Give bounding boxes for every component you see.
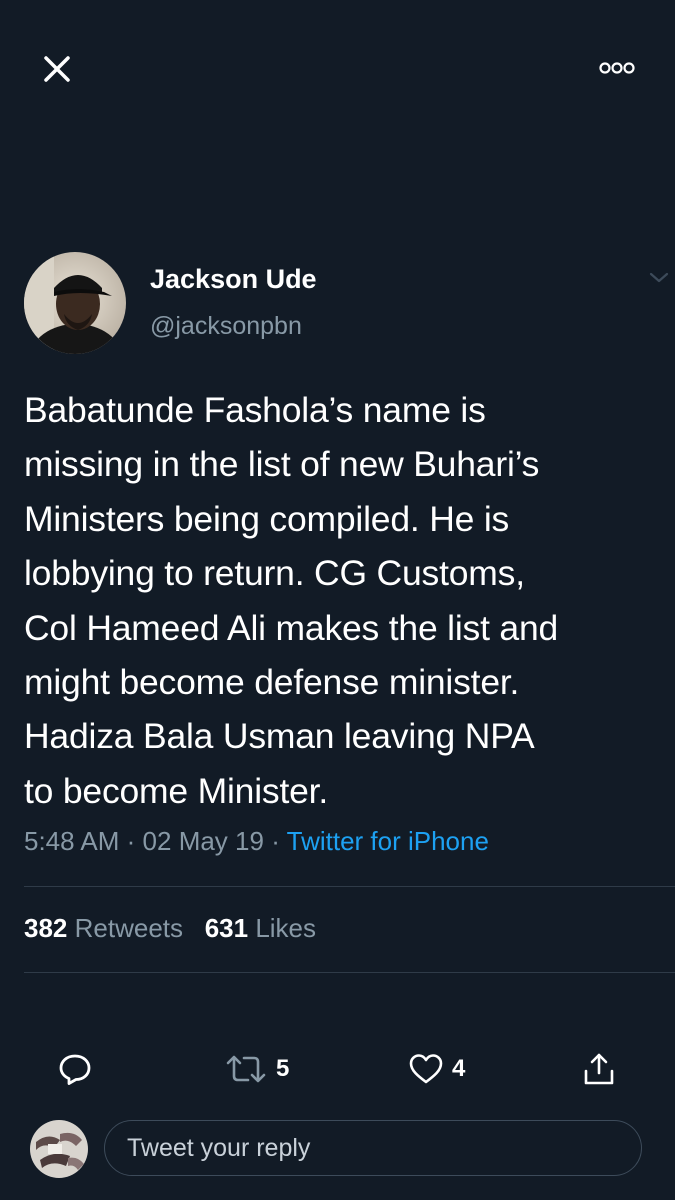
tweet-source-link[interactable]: Twitter for iPhone: [287, 826, 489, 856]
reply-button[interactable]: [56, 1050, 94, 1088]
reply-placeholder: Tweet your reply: [127, 1134, 311, 1162]
retweet-icon: [226, 1055, 266, 1083]
meta-separator: ·: [271, 826, 280, 856]
more-options-icon: [599, 62, 635, 74]
retweet-button[interactable]: 5: [224, 1050, 289, 1088]
tweet-date: 02 May 19: [142, 826, 264, 856]
like-count: 4: [452, 1055, 466, 1082]
close-button[interactable]: [40, 52, 74, 86]
retweet-count: 5: [276, 1055, 290, 1082]
profile-photo: [24, 252, 126, 354]
share-icon: [584, 1053, 614, 1085]
reply-input[interactable]: Tweet your reply: [104, 1120, 642, 1176]
tweet-stats: 382 Retweets 631 Likes: [24, 913, 316, 944]
meta-separator: ·: [126, 826, 136, 856]
tweet-meta: 5:48 AM · 02 May 19 · Twitter for iPhone: [24, 826, 489, 857]
divider: [24, 886, 675, 887]
more-options-button[interactable]: [598, 58, 638, 78]
share-button[interactable]: [582, 1050, 616, 1088]
author-display-name[interactable]: Jackson Ude: [150, 264, 317, 295]
viewer-profile-photo: [30, 1120, 88, 1178]
tweet-text: Babatunde Fashola’s name is missing in t…: [24, 390, 559, 811]
viewer-avatar[interactable]: [30, 1120, 88, 1178]
retweets-label: Retweets: [74, 913, 184, 943]
like-button[interactable]: 4: [408, 1050, 465, 1088]
heart-icon: [409, 1054, 443, 1084]
likes-count: 631: [204, 913, 249, 943]
divider: [24, 972, 675, 973]
retweets-stat[interactable]: 382 Retweets: [24, 913, 183, 943]
author-handle[interactable]: @jacksonpbn: [150, 312, 302, 341]
tweet-time: 5:48 AM: [24, 826, 120, 856]
close-icon: [44, 56, 70, 82]
author-avatar[interactable]: [24, 252, 126, 354]
likes-label: Likes: [255, 913, 317, 943]
tweet-options-caret[interactable]: [648, 270, 670, 286]
reply-icon: [59, 1054, 91, 1085]
chevron-down-icon: [649, 272, 669, 283]
retweets-count: 382: [24, 913, 68, 943]
likes-stat[interactable]: 631 Likes: [205, 913, 316, 943]
